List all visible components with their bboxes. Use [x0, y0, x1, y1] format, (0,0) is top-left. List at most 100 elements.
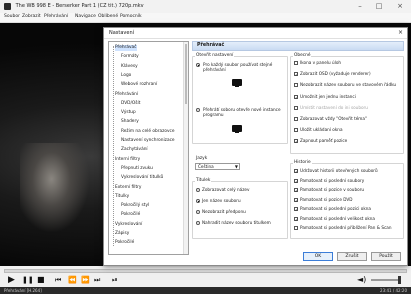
history-option-check[interactable]: ✓: [294, 216, 298, 221]
tree-item[interactable]: Pokročilé: [115, 240, 134, 246]
history-option-check[interactable]: ✓: [294, 197, 298, 202]
maximize-button[interactable]: □: [372, 0, 386, 13]
app-icon: [4, 3, 11, 10]
title-option-label: Zobrazovat celý název: [202, 187, 250, 192]
monitor-stack-icon: [232, 125, 242, 133]
seek-bar[interactable]: [4, 269, 407, 273]
general-option-check[interactable]: [294, 117, 298, 121]
general-option-label: Zobrazovat vždy "Otevřít téma": [300, 116, 367, 121]
tree-item[interactable]: Nastavení synchronizace: [121, 138, 175, 144]
general-option-check[interactable]: [294, 128, 298, 133]
forward-button[interactable]: ⏩: [81, 275, 90, 285]
tree-item[interactable]: Přepnutí zvuku: [121, 166, 153, 172]
tree-item[interactable]: Pokročilé: [121, 212, 140, 218]
open-same-player-label: Pro každý soubor používat stejné přehráv…: [203, 62, 273, 72]
previous-button[interactable]: ⏮: [55, 275, 61, 285]
history-option-check[interactable]: ✓: [294, 207, 298, 212]
dialog-title: Nastavení: [109, 30, 135, 36]
general-option-check[interactable]: ✓: [294, 72, 298, 77]
general-option-label: Nezobrazit název souboru ve stavovém řád…: [300, 82, 397, 88]
panel-header: Přehrávač: [192, 41, 404, 51]
tree-item[interactable]: Vykreslování: [115, 222, 142, 228]
general-option-check[interactable]: [294, 105, 298, 110]
menu-play[interactable]: Přehrávání: [44, 14, 68, 19]
next-button[interactable]: ⏭: [94, 275, 100, 285]
pause-button[interactable]: ❚❚: [22, 275, 34, 285]
status-time: 23:41 / 42:20: [380, 288, 407, 293]
tree-item[interactable]: Externí filtry: [115, 185, 141, 191]
tree-scroll-thumb[interactable]: [185, 44, 187, 104]
tree-item[interactable]: Přehrávání: [115, 92, 138, 98]
tree-item[interactable]: Shadery: [121, 119, 139, 125]
language-label: Jazyk: [195, 156, 209, 161]
volume-knob[interactable]: [398, 276, 401, 284]
general-label: Obecné: [293, 53, 312, 58]
title-option-radio[interactable]: [196, 210, 200, 214]
tree-item[interactable]: Přehrávač: [115, 45, 137, 51]
dialog-titlebar: Nastavení ×: [104, 28, 407, 39]
stop-button[interactable]: ■: [37, 275, 45, 285]
history-option-label: Pamatovat si poslední přiblížení Pan & S…: [300, 225, 392, 230]
tree-item[interactable]: Webové rozhraní: [121, 82, 157, 88]
general-option-check[interactable]: [294, 61, 298, 65]
history-option-check[interactable]: ✓: [294, 188, 298, 193]
history-option-label: Pamatovat si poslední soubory: [300, 177, 365, 183]
menu-bar: Soubor Zobrazit Přehrávání Navigace Oblí…: [0, 13, 411, 23]
tree-item[interactable]: Formáty: [121, 54, 139, 60]
tree-item[interactable]: Interní filtry: [115, 157, 140, 163]
title-option-radio[interactable]: [196, 199, 200, 203]
history-option-check[interactable]: ✓: [294, 178, 298, 183]
panel-title: Přehrávač: [197, 43, 225, 48]
history-option-label: Pamatovat si poslední pozici okna: [300, 206, 371, 211]
close-icon[interactable]: ×: [398, 28, 403, 38]
general-option-check[interactable]: ✓: [294, 94, 298, 99]
title-group-label: Titulek: [195, 178, 212, 183]
menu-view[interactable]: Zobrazit: [22, 14, 41, 19]
play-button[interactable]: ▶: [8, 275, 15, 285]
general-option-label: Zapnout paměť pozice: [300, 138, 348, 144]
title-option-radio[interactable]: [196, 188, 200, 192]
menu-favorites[interactable]: Oblíbené: [98, 14, 118, 19]
tree-scrollbar[interactable]: [183, 42, 188, 254]
history-option-label: Udržovat historii otevřených souborů: [300, 168, 378, 173]
language-select[interactable]: Čeština ▼: [195, 163, 240, 170]
title-option-radio[interactable]: [196, 221, 200, 225]
tree-item[interactable]: Zachytávání: [121, 147, 148, 153]
tree-item[interactable]: Pokročilý styl: [121, 203, 149, 209]
minimize-button[interactable]: –: [353, 0, 367, 13]
rewind-button[interactable]: ⏪: [68, 275, 77, 285]
history-option-check[interactable]: ✓: [294, 169, 298, 174]
tree-item[interactable]: Klávesy: [121, 64, 138, 70]
title-option-label: Nahradit název souboru titulkem: [202, 220, 271, 225]
cancel-button[interactable]: Zrušit: [337, 252, 367, 261]
tree-item[interactable]: Vykreslování titulků: [121, 175, 163, 181]
window-title: The WB 998 E - Berserker Part 1 (CZ tit.…: [14, 3, 144, 9]
open-same-player-radio[interactable]: [196, 63, 200, 67]
general-option-label: Umístit nastavení do ini souboru: [300, 104, 368, 110]
tree-item[interactable]: Režim na celé obrazovce: [121, 129, 175, 135]
history-option-check[interactable]: [294, 226, 298, 230]
tree-item[interactable]: Zápisy: [115, 231, 129, 237]
title-option-label: Jen název souboru: [202, 198, 241, 203]
status-text: Přehrávání [H.264]: [4, 288, 42, 293]
frame-step-button[interactable]: ⏯: [112, 275, 118, 285]
tree-item[interactable]: Výstup: [121, 110, 136, 116]
title-option-label: Nezobrazit předponu: [202, 209, 246, 214]
volume-icon[interactable]: ◄): [357, 275, 366, 285]
apply-button[interactable]: Použít: [371, 252, 401, 261]
volume-slider[interactable]: [371, 276, 401, 284]
menu-help[interactable]: Pomocník: [120, 14, 142, 19]
video-frame-figure: [20, 143, 90, 233]
menu-file[interactable]: Soubor: [4, 14, 20, 19]
tree-item[interactable]: Titulky: [115, 194, 129, 200]
menu-navigate[interactable]: Navigace: [75, 14, 96, 19]
close-window-button[interactable]: ×: [393, 0, 407, 13]
general-option-label: Umožnit jen jednu instanci: [300, 93, 356, 99]
settings-tree[interactable]: Přehrávač Formáty Klávesy Logo Webové rozhra…: [108, 41, 189, 255]
open-new-instance-radio[interactable]: [196, 108, 200, 112]
general-option-check[interactable]: ✓: [294, 139, 298, 144]
tree-item[interactable]: DVD/Ošít: [121, 101, 140, 107]
general-option-check[interactable]: [294, 83, 298, 88]
ok-button[interactable]: OK: [303, 252, 333, 261]
tree-item[interactable]: Logo: [121, 73, 131, 79]
